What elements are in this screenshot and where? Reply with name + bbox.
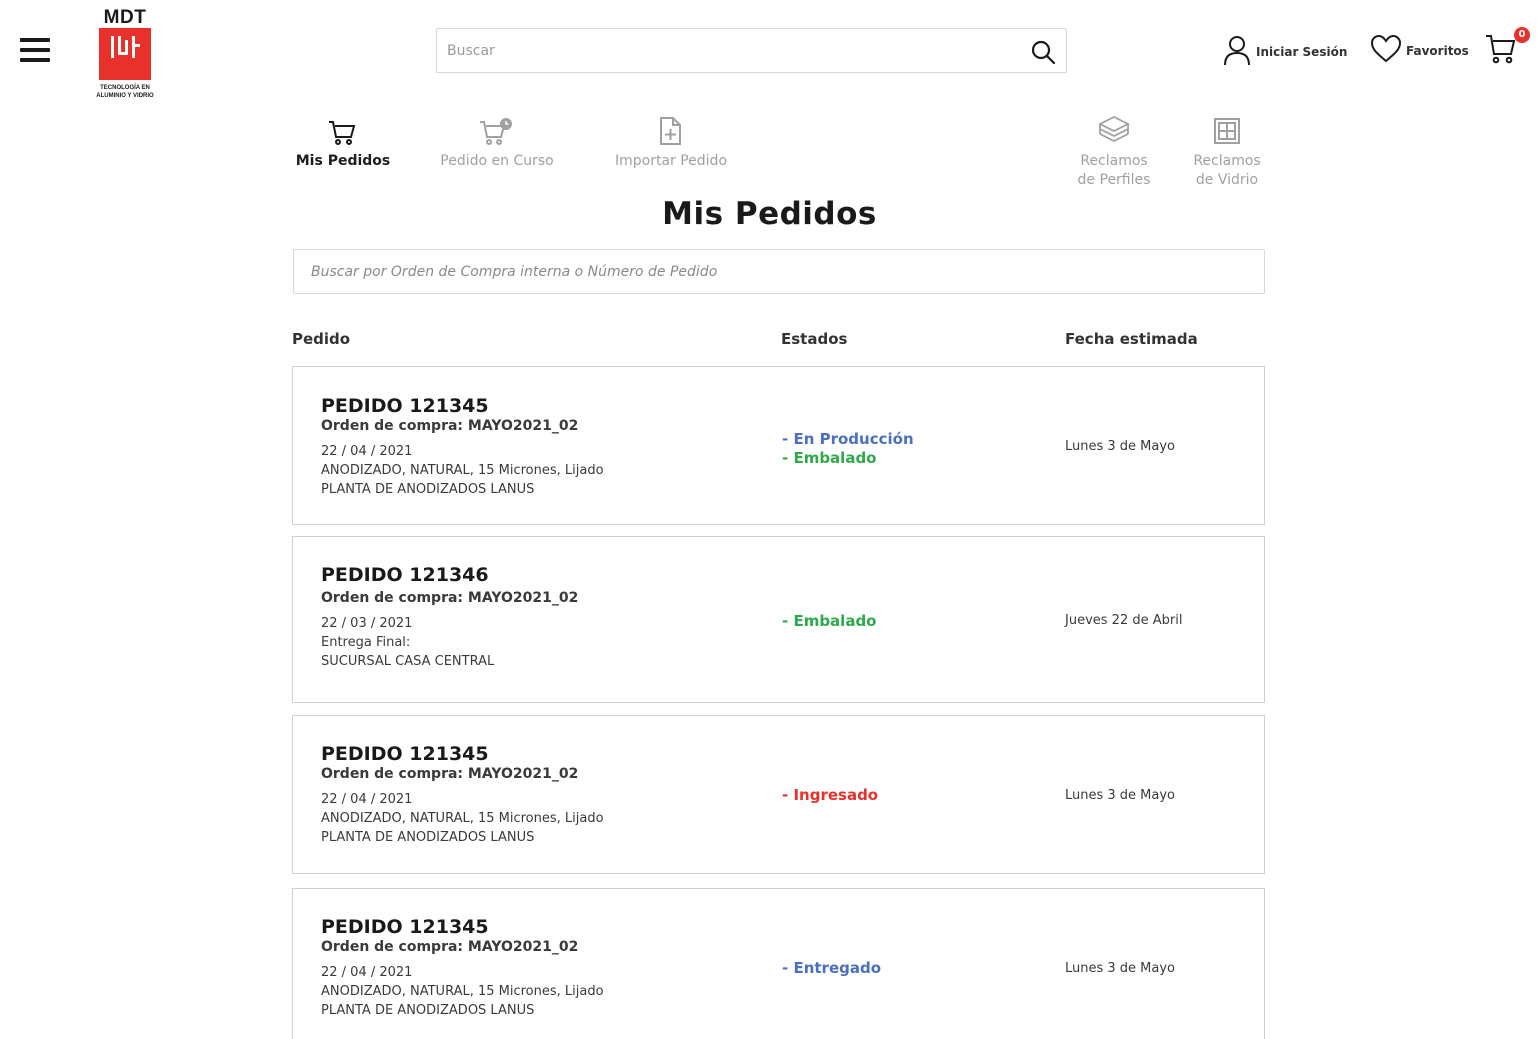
status-embalado: - Embalado [782,612,877,630]
search-input[interactable] [437,29,997,72]
heart-icon [1370,34,1402,68]
favorites-label: Favoritos [1406,44,1469,58]
tab-mis-pedidos[interactable]: Mis Pedidos [292,110,394,171]
order-estimated-date: Lunes 3 de Mayo [1065,961,1176,976]
user-icon [1222,34,1252,70]
global-search [436,28,1067,73]
tab-label: Mis Pedidos [295,153,391,169]
logo-tagline-1: TECNOLOGÍA EN [100,85,150,91]
logo[interactable]: MDT TECNOLOGÍA EN ALUMINIO Y VIDRIO [84,8,166,104]
tab-label: Reclamos de Vidrio [1193,153,1261,188]
order-title: PEDIDO 121345 [321,395,489,417]
order-card[interactable]: PEDIDO 121346 Orden de compra: MAYO2021_… [292,536,1265,703]
tab-reclamos-vidrio[interactable]: Reclamos de Vidrio [1182,110,1272,190]
login-button[interactable]: Iniciar Sesión [1222,34,1347,70]
cart-icon [1484,35,1518,70]
order-date: 22 / 03 / 2021 [321,616,413,631]
column-header-fecha: Fecha estimada [1065,330,1198,348]
status-embalado: - Embalado [782,449,877,467]
order-purchase-order: Orden de compra: MAYO2021_02 [321,418,579,434]
window-glass-icon [1182,110,1272,146]
order-purchase-order: Orden de compra: MAYO2021_02 [321,766,579,782]
order-estimated-date: Lunes 3 de Mayo [1065,439,1176,454]
cart-count-badge: 0 [1514,27,1530,43]
order-estimated-date: Jueves 22 de Abril [1065,613,1183,628]
order-title: PEDIDO 121346 [321,564,489,586]
order-card[interactable]: PEDIDO 121345 Orden de compra: MAYO2021_… [292,888,1265,1039]
column-header-pedido: Pedido [292,330,351,348]
order-location: PLANTA DE ANODIZADOS LANUS [321,482,535,497]
order-date: 22 / 04 / 2021 [321,444,413,459]
order-search-input[interactable] [294,250,1264,293]
search-icon[interactable] [1030,39,1056,69]
order-date: 22 / 04 / 2021 [321,965,413,980]
order-date: 22 / 04 / 2021 [321,792,413,807]
tab-reclamos-perfiles[interactable]: Reclamos de Perfiles [1066,110,1162,190]
order-detail: Entrega Final: [321,635,411,650]
order-card[interactable]: PEDIDO 121345 Orden de compra: MAYO2021_… [292,366,1265,525]
status-en-produccion: - En Producción [782,430,914,448]
tab-pedido-en-curso[interactable]: Pedido en Curso [432,110,562,171]
order-title: PEDIDO 121345 [321,916,489,938]
order-purchase-order: Orden de compra: MAYO2021_02 [321,590,579,606]
login-label: Iniciar Sesión [1256,45,1348,59]
logo-text: MDT [103,7,147,28]
order-detail: ANODIZADO, NATURAL, 15 Micrones, Lijado [321,463,604,478]
cart-icon [292,110,394,146]
file-import-icon [604,110,738,146]
logo-mark [99,28,151,80]
favorites-button[interactable]: Favoritos [1370,34,1469,68]
order-detail: ANODIZADO, NATURAL, 15 Micrones, Lijado [321,811,604,826]
order-location: PLANTA DE ANODIZADOS LANUS [321,830,535,845]
logo-tagline-2: ALUMINIO Y VIDRIO [96,93,154,99]
page-title: Mis Pedidos [662,196,877,232]
hamburger-menu-icon[interactable] [20,38,50,64]
tab-importar-pedido[interactable]: Importar Pedido [604,110,738,171]
tab-label: Reclamos de Perfiles [1077,153,1151,188]
column-header-estados: Estados [781,330,848,348]
tab-label: Pedido en Curso [440,153,554,169]
cart-clock-icon [432,110,562,146]
order-search [293,249,1265,294]
profiles-stack-icon [1066,110,1162,146]
cart-button[interactable]: 0 [1484,27,1530,70]
order-title: PEDIDO 121345 [321,743,489,765]
order-card[interactable]: PEDIDO 121345 Orden de compra: MAYO2021_… [292,715,1265,874]
status-entregado: - Entregado [782,959,882,977]
order-estimated-date: Lunes 3 de Mayo [1065,788,1176,803]
tab-label: Importar Pedido [614,153,728,169]
status-ingresado: - Ingresado [782,786,879,804]
order-location: PLANTA DE ANODIZADOS LANUS [321,1003,535,1018]
order-purchase-order: Orden de compra: MAYO2021_02 [321,939,579,955]
order-location: SUCURSAL CASA CENTRAL [321,654,495,669]
order-detail: ANODIZADO, NATURAL, 15 Micrones, Lijado [321,984,604,999]
